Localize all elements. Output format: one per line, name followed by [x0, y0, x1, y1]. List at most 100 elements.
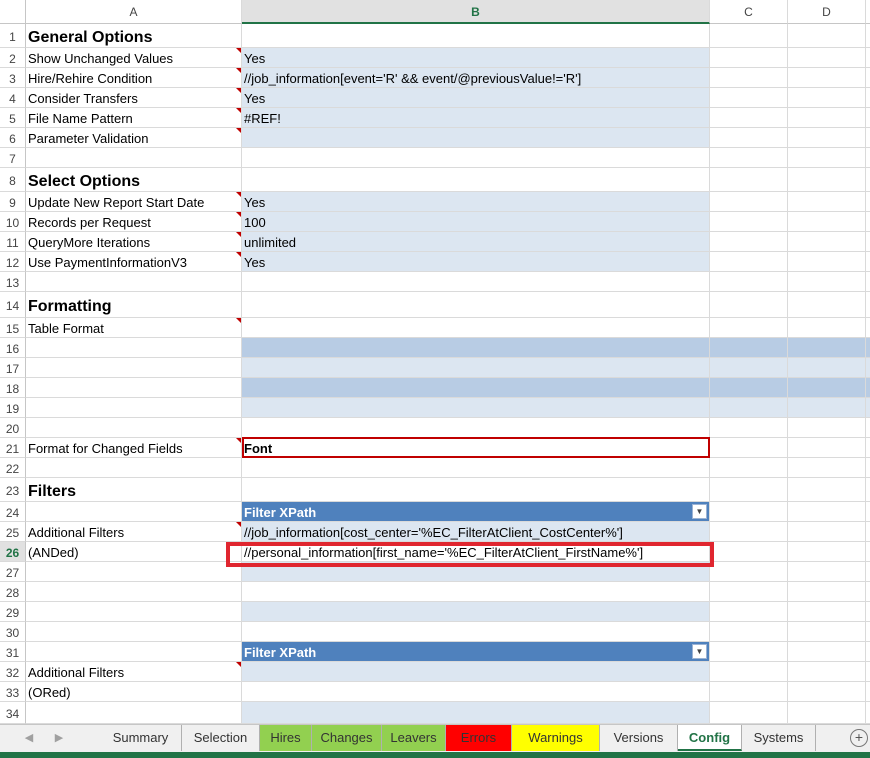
- cell-e27[interactable]: [866, 562, 870, 582]
- cell-c13[interactable]: [710, 272, 788, 292]
- cell-e7[interactable]: [866, 148, 870, 168]
- scroll-tabs-left-icon[interactable]: ◀: [22, 731, 36, 745]
- row-header-29[interactable]: 29: [0, 602, 26, 622]
- cell-a31[interactable]: [26, 642, 242, 662]
- cell-b18[interactable]: [242, 378, 710, 398]
- cell-e12[interactable]: [866, 252, 870, 272]
- cell-e25[interactable]: [866, 522, 870, 542]
- cell-c1[interactable]: [710, 24, 788, 48]
- cell-a13[interactable]: [26, 272, 242, 292]
- row-header-5[interactable]: 5: [0, 108, 26, 128]
- cell-e13[interactable]: [866, 272, 870, 292]
- cell-b25[interactable]: //job_information[cost_center='%EC_Filte…: [242, 522, 710, 542]
- sheet-tab-versions[interactable]: Versions: [600, 725, 678, 751]
- cell-c5[interactable]: [710, 108, 788, 128]
- add-sheet-icon[interactable]: +: [850, 729, 868, 747]
- cell-e5[interactable]: [866, 108, 870, 128]
- cell-b15[interactable]: [242, 318, 710, 338]
- cell-c19[interactable]: [710, 398, 788, 418]
- cell-d9[interactable]: [788, 192, 866, 212]
- cell-c31[interactable]: [710, 642, 788, 662]
- cell-b3[interactable]: //job_information[event='R' && event/@pr…: [242, 68, 710, 88]
- cell-c16[interactable]: [710, 338, 788, 358]
- cell-b2[interactable]: Yes: [242, 48, 710, 68]
- cell-b19[interactable]: [242, 398, 710, 418]
- cell-d1[interactable]: [788, 24, 866, 48]
- cell-a33[interactable]: (ORed): [26, 682, 242, 702]
- cell-b14[interactable]: [242, 292, 710, 318]
- cell-e20[interactable]: [866, 418, 870, 438]
- column-header-d[interactable]: D: [788, 0, 866, 24]
- column-header-c[interactable]: C: [710, 0, 788, 24]
- cell-e15[interactable]: [866, 318, 870, 338]
- cell-d31[interactable]: [788, 642, 866, 662]
- cell-b34[interactable]: [242, 702, 710, 724]
- cell-b4[interactable]: Yes: [242, 88, 710, 108]
- cell-a14[interactable]: Formatting: [26, 292, 242, 318]
- cell-c10[interactable]: [710, 212, 788, 232]
- cell-c30[interactable]: [710, 622, 788, 642]
- row-header-14[interactable]: 14: [0, 292, 26, 318]
- cell-a22[interactable]: [26, 458, 242, 478]
- cell-a20[interactable]: [26, 418, 242, 438]
- cell-a10[interactable]: Records per Request: [26, 212, 242, 232]
- cell-b30[interactable]: [242, 622, 710, 642]
- cell-d18[interactable]: [788, 378, 866, 398]
- row-header-4[interactable]: 4: [0, 88, 26, 108]
- row-header-32[interactable]: 32: [0, 662, 26, 682]
- cell-e2[interactable]: [866, 48, 870, 68]
- cell-e14[interactable]: [866, 292, 870, 318]
- cell-e31[interactable]: [866, 642, 870, 662]
- row-header-34[interactable]: 34: [0, 702, 26, 724]
- column-header-e[interactable]: [866, 0, 870, 24]
- cell-b24[interactable]: Filter XPath ▼: [242, 502, 710, 522]
- cell-b31[interactable]: Filter XPath ▼: [242, 642, 710, 662]
- cell-d7[interactable]: [788, 148, 866, 168]
- row-header-24[interactable]: 24: [0, 502, 26, 522]
- cell-a30[interactable]: [26, 622, 242, 642]
- cell-d12[interactable]: [788, 252, 866, 272]
- cell-e9[interactable]: [866, 192, 870, 212]
- cell-a32[interactable]: Additional Filters: [26, 662, 242, 682]
- cell-d6[interactable]: [788, 128, 866, 148]
- cell-e22[interactable]: [866, 458, 870, 478]
- cell-b23[interactable]: [242, 478, 710, 502]
- cell-e8[interactable]: [866, 168, 870, 192]
- cell-d17[interactable]: [788, 358, 866, 378]
- cell-a16[interactable]: [26, 338, 242, 358]
- cell-e11[interactable]: [866, 232, 870, 252]
- cell-b20[interactable]: [242, 418, 710, 438]
- cell-a28[interactable]: [26, 582, 242, 602]
- cell-e6[interactable]: [866, 128, 870, 148]
- cell-d28[interactable]: [788, 582, 866, 602]
- cell-b16[interactable]: [242, 338, 710, 358]
- cell-e24[interactable]: [866, 502, 870, 522]
- row-header-19[interactable]: 19: [0, 398, 26, 418]
- filter-dropdown-icon[interactable]: ▼: [692, 644, 707, 659]
- cell-c21[interactable]: [710, 438, 788, 458]
- cell-a21[interactable]: Format for Changed Fields: [26, 438, 242, 458]
- cell-b22[interactable]: [242, 458, 710, 478]
- cell-d27[interactable]: [788, 562, 866, 582]
- cell-d20[interactable]: [788, 418, 866, 438]
- cell-d23[interactable]: [788, 478, 866, 502]
- cell-c7[interactable]: [710, 148, 788, 168]
- row-header-1[interactable]: 1: [0, 24, 26, 48]
- sheet-tab-errors[interactable]: Errors: [446, 725, 512, 751]
- cell-c26[interactable]: [710, 542, 788, 562]
- filter-dropdown-icon[interactable]: ▼: [692, 504, 707, 519]
- cell-e26[interactable]: [866, 542, 870, 562]
- cell-a26[interactable]: (ANDed): [26, 542, 242, 562]
- row-header-13[interactable]: 13: [0, 272, 26, 292]
- cell-c23[interactable]: [710, 478, 788, 502]
- row-header-3[interactable]: 3: [0, 68, 26, 88]
- row-header-22[interactable]: 22: [0, 458, 26, 478]
- cell-c4[interactable]: [710, 88, 788, 108]
- cell-d29[interactable]: [788, 602, 866, 622]
- cell-d21[interactable]: [788, 438, 866, 458]
- cell-c34[interactable]: [710, 702, 788, 724]
- cell-b28[interactable]: [242, 582, 710, 602]
- cell-c24[interactable]: [710, 502, 788, 522]
- cell-a7[interactable]: [26, 148, 242, 168]
- cell-c12[interactable]: [710, 252, 788, 272]
